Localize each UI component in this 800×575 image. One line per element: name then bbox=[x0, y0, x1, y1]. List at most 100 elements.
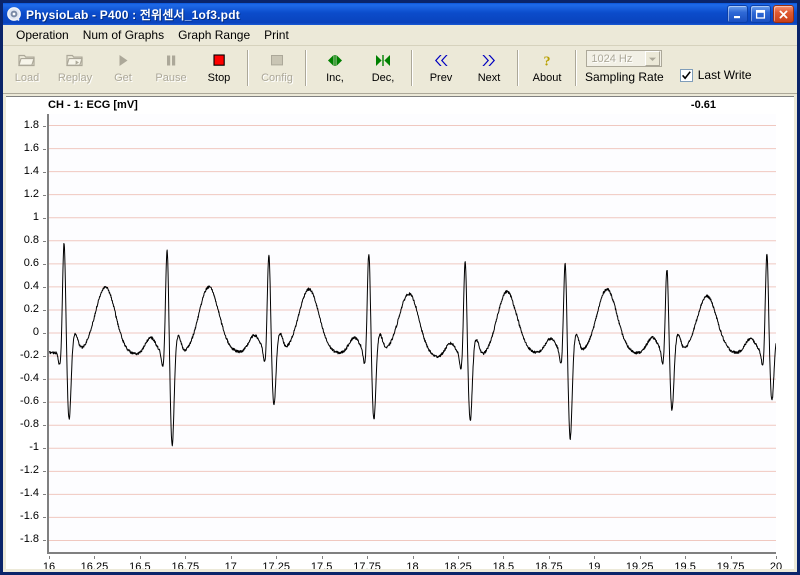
prev-label: Prev bbox=[429, 72, 453, 84]
dec-label: Dec, bbox=[371, 72, 395, 84]
x-axis-label: 16.75 bbox=[171, 561, 200, 569]
x-axis-label: 19.5 bbox=[674, 561, 696, 569]
pause-icon bbox=[164, 51, 178, 69]
sampling-rate-label: Sampling Rate bbox=[585, 70, 664, 84]
dec-button[interactable]: Dec, bbox=[359, 48, 407, 90]
y-axis-tick bbox=[43, 494, 46, 496]
y-axis-tick bbox=[43, 194, 46, 196]
pause-button[interactable]: Pause bbox=[147, 48, 195, 90]
y-axis-tick bbox=[43, 240, 46, 242]
y-axis-label: -1.8 bbox=[20, 533, 39, 546]
y-axis-label: -0.8 bbox=[20, 418, 39, 431]
expand-arrows-icon bbox=[325, 51, 345, 69]
y-axis-tick bbox=[43, 471, 46, 473]
menu-bar: Operation Num of Graphs Graph Range Prin… bbox=[3, 25, 797, 46]
x-axis-tick bbox=[230, 556, 232, 559]
inc-label: Inc, bbox=[326, 72, 344, 84]
y-axis-label: 0.4 bbox=[23, 279, 39, 292]
checkmark-icon[interactable] bbox=[679, 68, 693, 82]
toolbar-separator-3 bbox=[411, 50, 413, 86]
next-button[interactable]: Next bbox=[465, 48, 513, 90]
x-axis-tick bbox=[776, 556, 777, 559]
x-axis-label: 17.25 bbox=[262, 561, 290, 569]
y-axis-tick bbox=[43, 217, 46, 219]
play-icon bbox=[116, 51, 130, 69]
x-axis-tick bbox=[94, 556, 96, 559]
folder-open-icon bbox=[18, 51, 36, 69]
menu-item-graph-range[interactable]: Graph Range bbox=[171, 26, 257, 44]
toolbar-separator-2 bbox=[305, 50, 307, 86]
double-chevron-left-icon bbox=[431, 51, 451, 69]
sampling-rate-group: 1024 Hz Sampling Rate bbox=[585, 48, 664, 84]
stop-button[interactable]: Stop bbox=[195, 48, 243, 90]
x-axis: 16 16.25 16.5 16.75 17 17.25 17.5 17.75 18 18.25 1… bbox=[43, 556, 782, 569]
y-axis-label: -1 bbox=[29, 441, 39, 454]
y-axis-tick bbox=[43, 171, 46, 173]
ecg-plot[interactable] bbox=[47, 114, 776, 554]
x-axis-tick bbox=[185, 556, 187, 559]
svg-text:?: ? bbox=[544, 54, 551, 68]
y-axis-tick bbox=[43, 333, 46, 334]
inc-button[interactable]: Inc, bbox=[311, 48, 359, 90]
y-axis-label: -0.2 bbox=[20, 349, 39, 362]
chevron-down-icon[interactable] bbox=[645, 51, 661, 66]
y-axis: 1.8 1.6 1.4 1.2 1 0.8 0.6 0.4 0.2 0 -0.2 -0.4 -0.6 -0… bbox=[6, 114, 47, 556]
y-axis-label: -1.4 bbox=[20, 487, 39, 500]
x-axis-label: 17.5 bbox=[310, 561, 333, 569]
x-axis-tick bbox=[49, 556, 50, 559]
x-axis-tick bbox=[548, 556, 550, 559]
last-write-label: Last Write bbox=[697, 68, 752, 82]
x-axis-tick bbox=[685, 556, 687, 559]
scope-icon bbox=[6, 6, 22, 22]
minimize-button[interactable] bbox=[727, 5, 748, 23]
config-button[interactable]: Config bbox=[253, 48, 301, 90]
close-button[interactable] bbox=[773, 5, 794, 23]
sampling-rate-select[interactable]: 1024 Hz bbox=[586, 50, 663, 67]
x-axis-tick bbox=[594, 556, 596, 559]
x-axis-tick bbox=[503, 556, 505, 559]
prev-button[interactable]: Prev bbox=[417, 48, 465, 90]
toolbar-separator-4 bbox=[517, 50, 519, 86]
last-write-checkbox[interactable]: Last Write bbox=[679, 68, 752, 82]
load-label: Load bbox=[14, 72, 40, 84]
maximize-button[interactable] bbox=[750, 5, 771, 23]
replay-button[interactable]: Replay bbox=[51, 48, 99, 90]
x-axis-label: 16.25 bbox=[80, 561, 109, 569]
menu-item-operation[interactable]: Operation bbox=[9, 26, 76, 44]
y-axis-tick bbox=[43, 148, 46, 150]
menu-item-print[interactable]: Print bbox=[257, 26, 296, 44]
get-label: Get bbox=[114, 72, 132, 84]
about-label: About bbox=[532, 72, 562, 84]
x-axis-label: 19.75 bbox=[716, 561, 745, 569]
y-axis-label: -1.2 bbox=[20, 464, 39, 477]
y-axis-tick bbox=[43, 286, 46, 288]
y-axis-tick bbox=[43, 356, 46, 358]
stop-icon bbox=[212, 51, 226, 69]
load-button[interactable]: Load bbox=[3, 48, 51, 90]
x-axis-label: 18.5 bbox=[492, 561, 515, 569]
y-axis-label: -1.6 bbox=[20, 510, 39, 523]
menu-item-num-of-graphs[interactable]: Num of Graphs bbox=[76, 26, 171, 44]
x-axis-tick bbox=[730, 556, 732, 559]
y-axis-tick bbox=[43, 309, 46, 311]
x-axis-tick bbox=[639, 556, 641, 559]
application-window: PhysioLab - P400 : 전위센서_1of3.pdt Operati… bbox=[0, 0, 800, 575]
y-axis-tick bbox=[43, 517, 46, 519]
x-axis-label: 19.25 bbox=[625, 561, 654, 569]
x-axis-tick bbox=[139, 556, 141, 559]
x-axis-label: 17.75 bbox=[353, 561, 381, 569]
x-axis-label: 16.5 bbox=[129, 561, 151, 569]
y-axis-label: 1.2 bbox=[23, 187, 39, 200]
about-button[interactable]: ? About bbox=[523, 48, 571, 90]
y-axis-tick bbox=[43, 425, 46, 427]
toolbar: Load Replay Get Pause Stop Config Inc, D… bbox=[3, 46, 797, 94]
y-axis-label: 0.6 bbox=[23, 256, 39, 269]
get-button[interactable]: Get bbox=[99, 48, 147, 90]
title-bar: PhysioLab - P400 : 전위센서_1of3.pdt bbox=[3, 3, 797, 25]
double-chevron-right-icon bbox=[479, 51, 499, 69]
pause-label: Pause bbox=[155, 72, 187, 84]
ecg-waveform-svg bbox=[49, 125, 776, 541]
x-axis-tick bbox=[412, 556, 414, 559]
y-axis-tick bbox=[43, 448, 46, 450]
replay-label: Replay bbox=[57, 72, 93, 84]
